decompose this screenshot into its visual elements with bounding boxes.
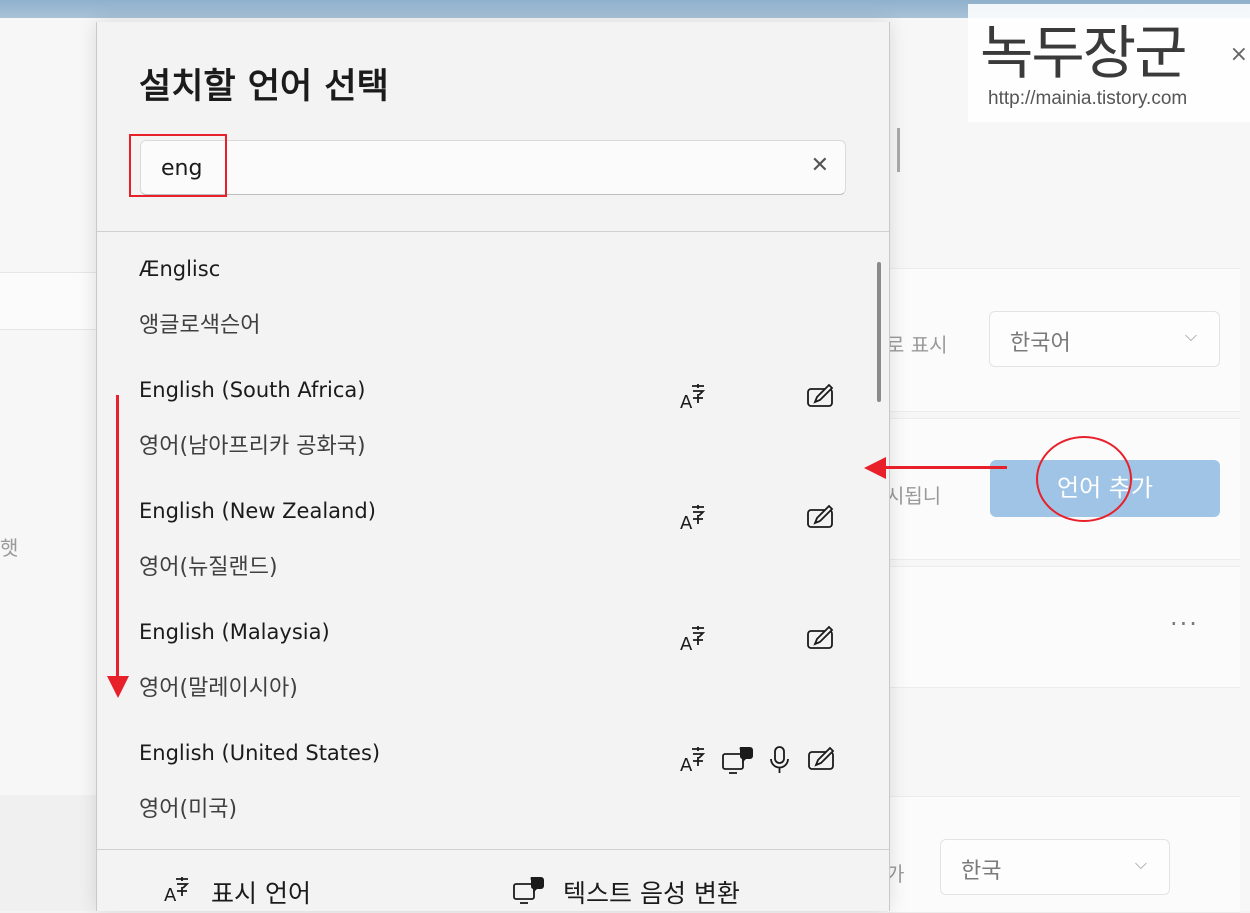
language-list-item[interactable]: English (New Zealand) 영어(뉴질랜드) A [97, 474, 867, 594]
language-list-item[interactable]: English (South Africa) 영어(남아프리카 공화국) A [97, 353, 867, 473]
svg-text:A: A [680, 755, 693, 776]
region-select[interactable]: 한국 ⌵ [940, 839, 1170, 895]
preferred-languages-hint: 시됩니 [886, 484, 942, 508]
language-name: English (Malaysia) [139, 620, 330, 644]
language-name: English (New Zealand) [139, 499, 376, 523]
chevron-down-icon: ⌵ [1134, 854, 1147, 873]
language-name: English (South Africa) [139, 378, 366, 402]
language-list-item[interactable]: Ænglisc 앵글로색슨어 [97, 232, 867, 352]
handwriting-icon [805, 623, 839, 655]
choose-language-dialog: 설치할 언어 선택 ✕ Ænglisc 앵글로색슨어 English (South … [96, 22, 890, 911]
display-language-icon: A [161, 877, 195, 910]
svg-text:A: A [680, 634, 693, 655]
text-to-speech-icon [720, 744, 754, 776]
language-native-name: 영어(미국) [139, 797, 238, 822]
legend-text-to-speech-label: 텍스트 음성 변환 [563, 879, 740, 908]
background-left-band [0, 795, 96, 911]
display-language-value: 한국어 [1010, 331, 1071, 356]
region-value: 한국 [961, 859, 1002, 884]
language-list[interactable]: Ænglisc 앵글로색슨어 English (South Africa) 영어(남아… [97, 232, 889, 849]
background-left-card [0, 272, 96, 330]
language-list-item[interactable]: English (United States) 영어(미국) A [97, 716, 867, 836]
dialog-title: 설치할 언어 선택 [139, 67, 389, 107]
display-language-icon: A [677, 623, 711, 655]
language-name: Ænglisc [139, 257, 221, 281]
display-language-icon: A [677, 744, 711, 776]
annotation-arrow-down-head [107, 676, 129, 698]
watermark-url: http://mainia.tistory.com [988, 88, 1188, 109]
svg-text:A: A [164, 885, 177, 906]
legend-display-language: A 표시 언어 [161, 874, 311, 910]
language-native-name: 앵글로색슨어 [139, 313, 261, 338]
list-scrollbar[interactable] [877, 262, 881, 402]
display-language-icon: A [677, 381, 711, 413]
annotation-circle [1036, 436, 1132, 522]
language-list-item[interactable]: English (Malaysia) 영어(말레이시아) A [97, 595, 867, 715]
svg-text:A: A [680, 392, 693, 413]
watermark-title: 녹두장군 [980, 19, 1187, 87]
language-search-input[interactable] [159, 151, 763, 185]
close-icon[interactable]: × [1230, 42, 1248, 67]
language-native-name: 영어(남아프리카 공화국) [139, 434, 366, 459]
clear-search-icon[interactable]: ✕ [811, 153, 829, 178]
chevron-down-icon: ⌵ [1184, 326, 1197, 345]
handwriting-icon [805, 502, 839, 534]
background-left-fragment: 햇 [0, 536, 19, 560]
language-search-box[interactable]: ✕ [140, 140, 846, 195]
annotation-arrow-left-head [864, 457, 886, 479]
language-native-name: 영어(뉴질랜드) [139, 555, 278, 580]
annotation-arrow-left [885, 466, 1007, 469]
search-highlight-box [129, 134, 227, 197]
handwriting-icon [806, 744, 840, 776]
language-name: English (United States) [139, 741, 381, 765]
display-language-label: 로 표시 [886, 333, 948, 357]
display-language-select[interactable]: 한국어 ⌵ [989, 311, 1220, 367]
svg-text:A: A [680, 513, 693, 534]
language-native-name: 영어(말레이시아) [139, 676, 298, 701]
text-to-speech-icon [511, 877, 545, 910]
watermark: 녹두장군 http://mainia.tistory.com × [968, 4, 1250, 122]
display-language-icon: A [677, 502, 711, 534]
divider [97, 849, 889, 850]
legend-text-to-speech: 텍스트 음성 변환 [511, 874, 740, 910]
handwriting-icon [805, 381, 839, 413]
more-options-icon[interactable]: ··· [1170, 610, 1199, 638]
legend-display-language-label: 표시 언어 [211, 879, 311, 908]
speech-recognition-icon [763, 744, 797, 776]
annotation-arrow-down [116, 395, 119, 678]
